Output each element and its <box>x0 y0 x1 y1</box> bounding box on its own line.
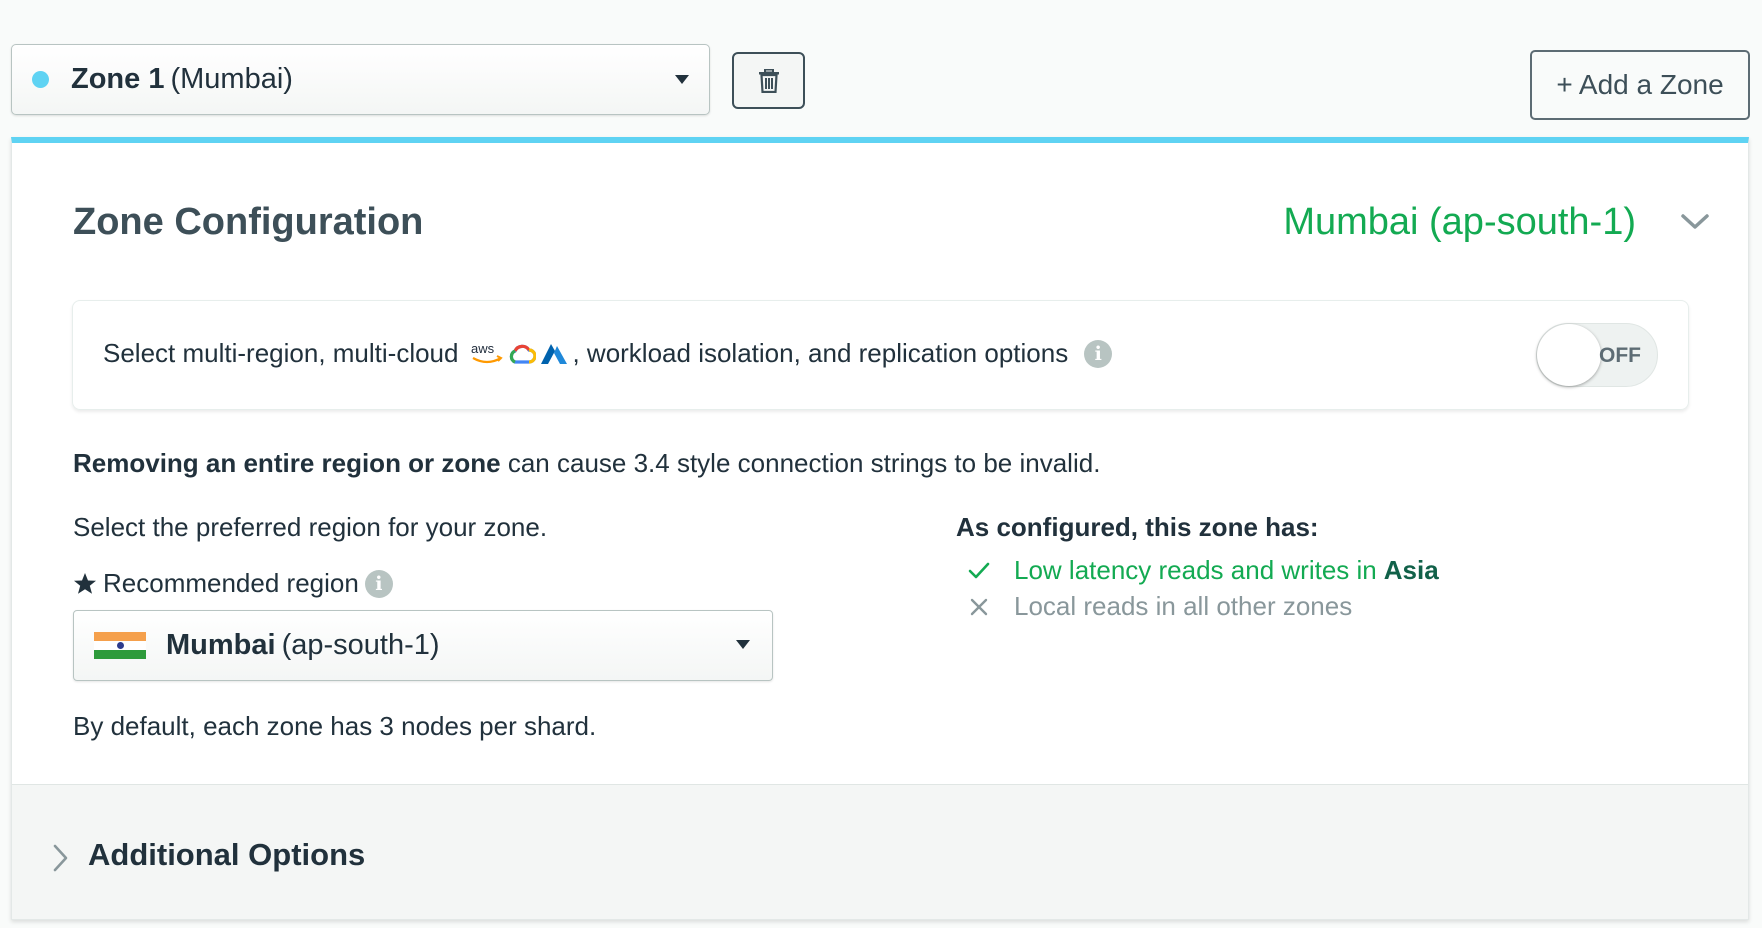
caret-down-icon <box>736 640 750 649</box>
multi-region-text-after: , workload isolation, and replication op… <box>572 338 1069 368</box>
info-icon[interactable]: i <box>1084 339 1113 368</box>
connection-string-warning: Removing an entire region or zone can ca… <box>73 448 1100 479</box>
azure-icon <box>541 343 568 364</box>
checkmark-icon <box>968 562 990 578</box>
recommended-region-text: Recommended region <box>103 568 359 598</box>
feature-highlight: Asia <box>1383 555 1439 585</box>
multi-region-toggle[interactable]: OFF <box>1536 323 1658 387</box>
multi-region-text-before: Select multi-region, multi-cloud <box>103 338 459 368</box>
zone-name: Zone 1 <box>71 63 165 95</box>
star-icon <box>74 573 96 594</box>
chevron-down-icon[interactable] <box>1680 213 1710 231</box>
delete-zone-button[interactable] <box>732 52 805 109</box>
info-icon[interactable]: i <box>364 569 393 598</box>
configured-title: As configured, this zone has: <box>956 512 1319 542</box>
feature-text: Low latency reads and writes in <box>1014 555 1377 585</box>
region-name: Mumbai <box>166 629 276 661</box>
feature-item-enabled: Low latency reads and writes in Asia <box>962 555 1439 586</box>
preferred-region-label: Select the preferred region for your zon… <box>73 512 548 542</box>
caret-down-icon <box>675 75 689 84</box>
zone-color-dot <box>32 71 49 88</box>
india-flag-icon <box>94 632 146 659</box>
zone-region: (Mumbai) <box>170 63 293 95</box>
google-cloud-icon <box>510 344 537 364</box>
toggle-label: OFF <box>1599 344 1641 367</box>
region-code: (ap-south-1) <box>281 629 440 661</box>
region-select-dropdown[interactable]: Mumbai (ap-south-1) <box>73 610 773 681</box>
aws-logo-text: aws <box>471 341 495 356</box>
zone-select-dropdown[interactable]: Zone 1 (Mumbai) <box>11 44 710 115</box>
feature-item-disabled: Local reads in all other zones <box>962 591 1352 622</box>
default-nodes-text: By default, each zone has 3 nodes per sh… <box>73 711 597 741</box>
multi-region-description: Select multi-region, multi-cloud aws , w… <box>103 338 1113 369</box>
card-region-summary[interactable]: Mumbai (ap-south-1) <box>1283 201 1636 244</box>
trash-icon <box>758 68 779 93</box>
zone-configuration-card: Zone Configuration Mumbai (ap-south-1) S… <box>11 137 1749 920</box>
add-zone-button[interactable]: + Add a Zone <box>1530 50 1750 120</box>
card-title: Zone Configuration <box>73 201 424 243</box>
cloud-provider-icons: aws <box>470 341 568 367</box>
warning-bold: Removing an entire region or zone <box>73 448 501 478</box>
x-icon <box>970 598 988 615</box>
additional-options-toggle[interactable]: Additional Options <box>88 837 365 873</box>
aws-icon: aws <box>471 341 504 363</box>
toggle-knob <box>1537 324 1601 386</box>
feature-text: Local reads in all other zones <box>1014 591 1353 621</box>
recommended-region-label: Recommended region i <box>73 568 393 599</box>
multi-region-panel: Select multi-region, multi-cloud aws , w… <box>72 300 1689 410</box>
warning-rest: can cause 3.4 style connection strings t… <box>500 448 1101 478</box>
additional-options-section: Additional Options <box>12 784 1748 919</box>
chevron-right-icon[interactable] <box>52 843 70 873</box>
